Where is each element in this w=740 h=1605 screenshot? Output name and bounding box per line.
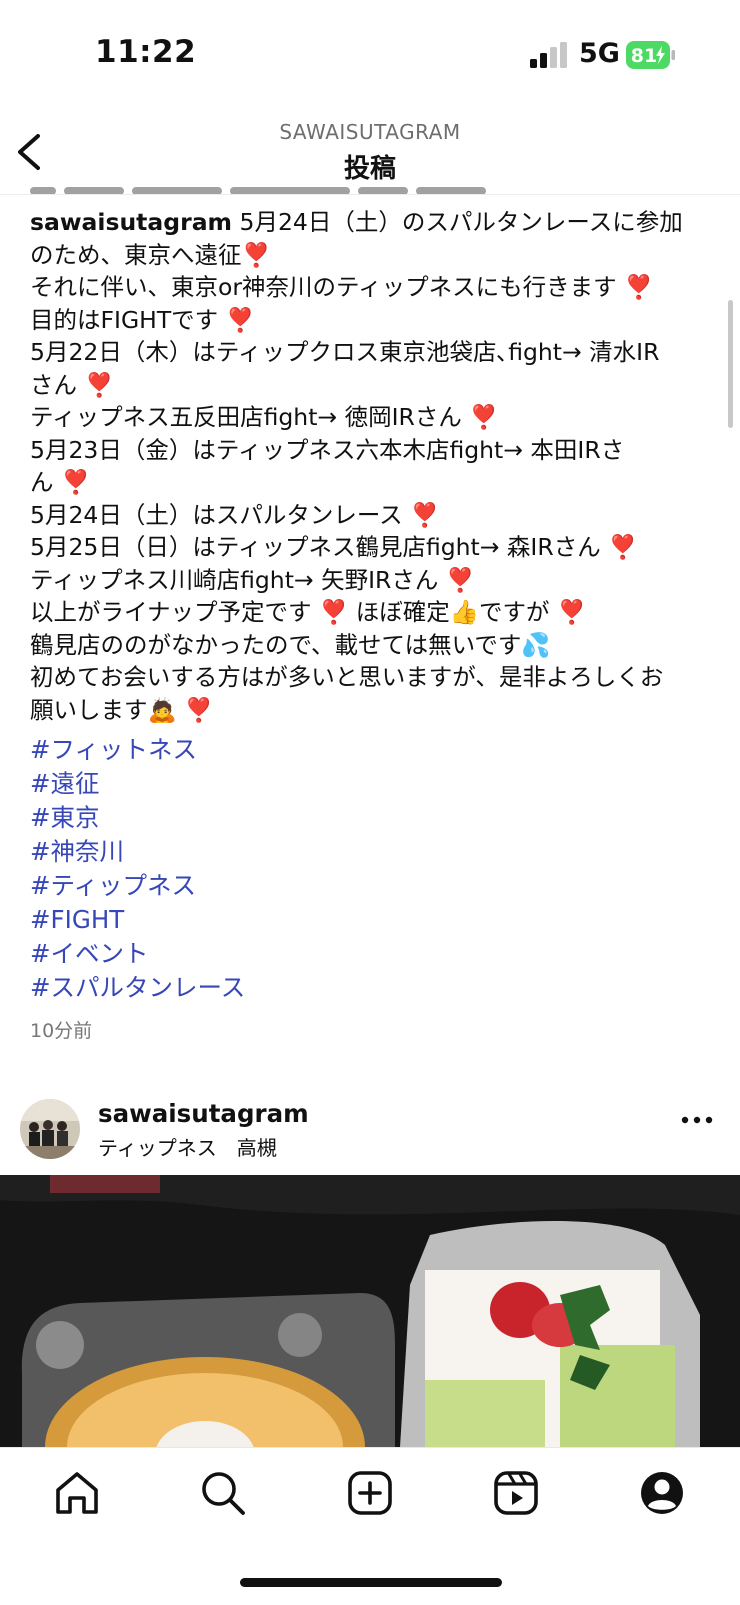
- hashtag-link[interactable]: #スパルタンレース: [30, 971, 245, 1005]
- heart-exclamation-icon: ❣️: [84, 370, 114, 399]
- post-username[interactable]: sawaisutagram: [98, 1099, 309, 1128]
- caption-line: 初めてお会いする方はが多いと思いますが、是非よろしくお: [30, 663, 664, 691]
- caption-line: 5月25日（日）はティップネス鶴見店fight→ 森IRさん ❣️: [30, 533, 638, 561]
- post-timestamp: 10分前: [30, 1020, 93, 1042]
- battery-level: 81: [631, 45, 657, 67]
- caption-line: sawaisutagram 5月24日（土）のスパルタンレースに参加: [30, 208, 683, 236]
- caption-line: 5月22日（木）はティップクロス東京池袋店､fight→ 清水IR: [30, 338, 660, 366]
- hashtag-link[interactable]: #神奈川: [30, 835, 245, 869]
- caption-line: のため、東京へ遠征❣️: [30, 240, 271, 269]
- caption-line: ん ❣️: [30, 468, 91, 496]
- post-location[interactable]: ティップネス 高槻: [98, 1132, 277, 1161]
- heart-exclamation-icon: ❣️: [184, 695, 214, 724]
- hashtag-link[interactable]: #遠征: [30, 767, 245, 801]
- heart-exclamation-icon: ❣️: [469, 403, 499, 431]
- heart-exclamation-icon: ❣️: [241, 240, 271, 269]
- hashtag-list: #フィットネス #遠征 #東京 #神奈川 #ティップネス #FIGHT #イベン…: [30, 733, 245, 1005]
- home-indicator[interactable]: [240, 1578, 502, 1587]
- caption-line: 願いします🙇 ❣️: [30, 695, 214, 724]
- hashtag-link[interactable]: #東京: [30, 801, 245, 835]
- sweat-droplets-icon: 💦: [521, 630, 551, 659]
- caption-line: 目的はFIGHTです ❣️: [30, 305, 255, 334]
- search-icon[interactable]: [198, 1468, 248, 1518]
- network-type: 5G: [579, 38, 620, 69]
- heart-exclamation-icon: ❣️: [445, 565, 476, 594]
- battery-icon: 81: [626, 41, 675, 69]
- hashtag-link[interactable]: #ティップネス: [30, 869, 245, 903]
- person-bowing-icon: 🙇: [147, 695, 177, 724]
- heart-exclamation-icon: ❣️: [60, 468, 91, 496]
- caption-line: 以上がライナップ予定です ❣️ ほぼ確定👍ですが ❣️: [30, 598, 587, 626]
- status-time: 11:22: [95, 34, 197, 70]
- clipped-row: [30, 180, 550, 194]
- caption-line: それに伴い、東京or神奈川のティップネスにも行きます ❣️: [30, 273, 654, 301]
- cellular-signal-icon: [530, 42, 567, 68]
- heart-exclamation-icon: ❣️: [319, 598, 349, 626]
- profile-icon[interactable]: [637, 1468, 687, 1518]
- hashtag-link[interactable]: #FIGHT: [30, 903, 245, 937]
- status-bar: 11:22 5G 81: [0, 0, 740, 110]
- heart-exclamation-icon: ❣️: [624, 273, 654, 301]
- caption-line: 5月23日（金）はティップネス六本木店fight→ 本田IRさ: [30, 435, 625, 464]
- create-icon[interactable]: [345, 1468, 395, 1518]
- caption-line: さん ❣️: [30, 370, 114, 399]
- post-photo[interactable]: [0, 1175, 740, 1447]
- more-options-icon[interactable]: [680, 1110, 714, 1130]
- post-caption: sawaisutagram 5月24日（土）のスパルタンレースに参加 のため、東…: [30, 206, 710, 726]
- caption-line: 鶴見店ののがなかったので、載せては無いです💦: [30, 630, 551, 659]
- heart-exclamation-icon: ❣️: [608, 533, 638, 561]
- scrollbar[interactable]: [728, 300, 733, 428]
- hashtag-link[interactable]: #イベント: [30, 937, 245, 971]
- heart-exclamation-icon: ❣️: [410, 500, 440, 529]
- caption-line: ティップネス五反田店fight→ 徳岡IRさん ❣️: [30, 403, 499, 431]
- heart-exclamation-icon: ❣️: [557, 598, 587, 626]
- reels-icon[interactable]: [491, 1468, 541, 1518]
- thumbs-up-icon: 👍: [449, 598, 480, 626]
- caption-username[interactable]: sawaisutagram: [30, 208, 232, 236]
- caption-line: ティップネス川崎店fight→ 矢野IRさん ❣️: [30, 565, 476, 594]
- home-icon[interactable]: [52, 1468, 102, 1518]
- caption-line: 5月24日（土）はスパルタンレース ❣️: [30, 500, 440, 529]
- hashtag-link[interactable]: #フィットネス: [30, 733, 245, 767]
- heart-exclamation-icon: ❣️: [225, 305, 255, 334]
- account-name: SAWAISUTAGRAM: [279, 120, 461, 144]
- avatar[interactable]: [20, 1099, 80, 1159]
